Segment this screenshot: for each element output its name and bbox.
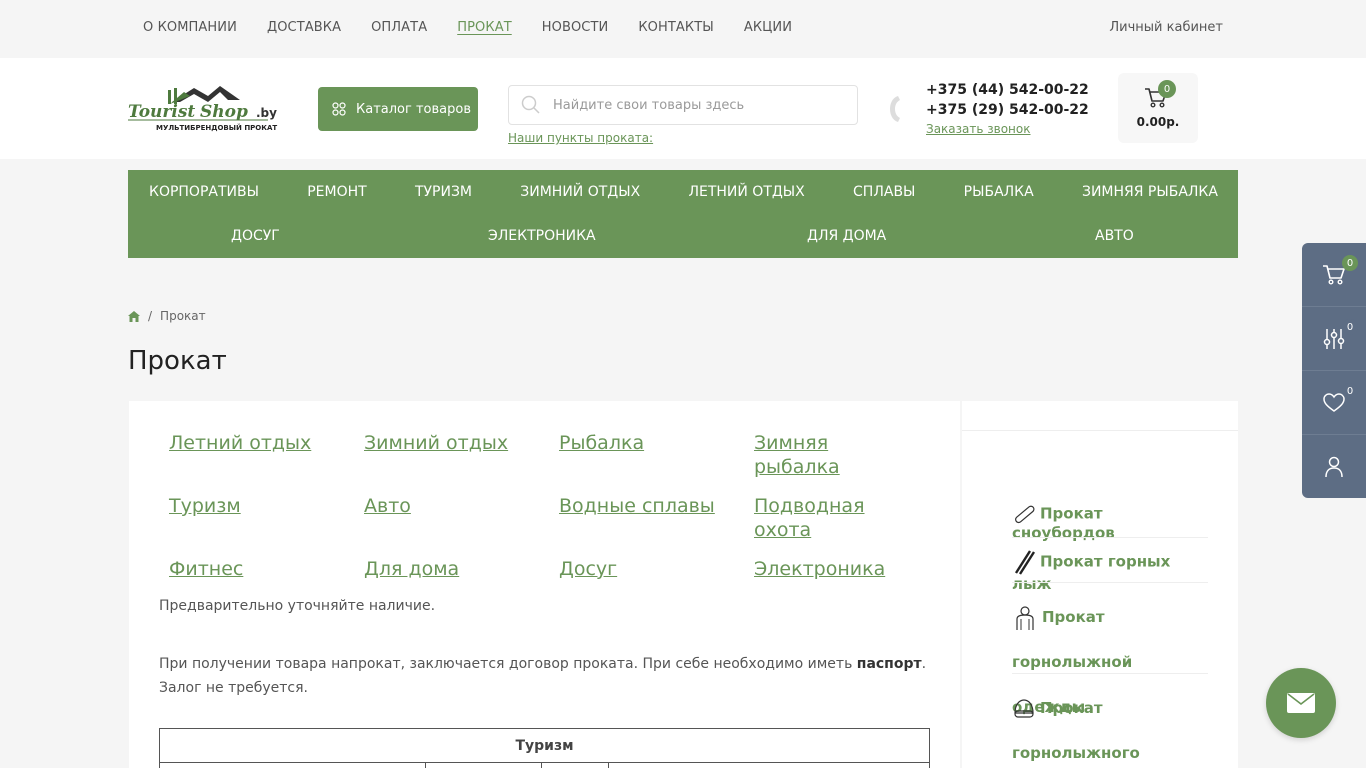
category-link-tourism[interactable]: Туризм xyxy=(169,494,339,518)
grid-icon xyxy=(332,102,346,116)
phone-2[interactable]: +375 (29) 542-00-22 xyxy=(926,100,1089,120)
ski-icon xyxy=(1014,550,1036,575)
float-compare-button[interactable]: 0 xyxy=(1302,307,1366,371)
topnav-contacts[interactable]: КОНТАКТЫ xyxy=(638,20,714,35)
category-link-spearfishing[interactable]: Подводная охота xyxy=(754,494,894,542)
search-input[interactable] xyxy=(553,97,843,113)
sidebar-separator xyxy=(1012,537,1208,538)
contract-text: При получении товара напрокат, заключает… xyxy=(159,656,857,672)
catalog-button[interactable]: Каталог товаров xyxy=(318,87,478,131)
menu-repair[interactable]: РЕМОНТ xyxy=(307,182,366,202)
page-title: Прокат xyxy=(128,346,227,376)
rental-table: Туризм xyxy=(159,728,930,768)
category-link-home[interactable]: Для дома xyxy=(364,557,534,581)
topnav-promos[interactable]: АКЦИИ xyxy=(744,20,792,35)
sidebar-item-skis[interactable]: Прокат горных лыж xyxy=(1012,549,1208,593)
category-menu-row-1: КОРПОРАТИВЫ РЕМОНТ ТУРИЗМ ЗИМНИЙ ОТДЫХ Л… xyxy=(128,182,1238,202)
feedback-mail-button[interactable] xyxy=(1266,668,1336,738)
category-link-winter[interactable]: Зимний отдых xyxy=(364,431,534,455)
category-link-fitness[interactable]: Фитнес xyxy=(169,557,339,581)
ski-clothing-icon xyxy=(1016,605,1034,630)
svg-text:Shop: Shop xyxy=(200,102,248,122)
category-menu: КОРПОРАТИВЫ РЕМОНТ ТУРИЗМ ЗИМНИЙ ОТДЫХ Л… xyxy=(128,170,1238,258)
table-divider xyxy=(608,763,609,768)
float-account-button[interactable] xyxy=(1302,435,1366,499)
sidebar-item-ski-gear[interactable]: Прокат горнолыжного xyxy=(1012,686,1208,768)
rental-points-link[interactable]: Наши пункты проката: xyxy=(508,131,653,145)
category-link-summer[interactable]: Летний отдых xyxy=(169,431,339,455)
menu-auto[interactable]: АВТО xyxy=(1095,226,1134,246)
breadcrumb-current: Прокат xyxy=(160,309,206,323)
cart-count-badge: 0 xyxy=(1158,80,1176,98)
topnav-delivery[interactable]: ДОСТАВКА xyxy=(267,20,341,35)
header-cart[interactable]: 0 0.00р. xyxy=(1118,73,1198,143)
snowboard-icon xyxy=(1015,505,1035,524)
menu-winter-fishing[interactable]: ЗИМНЯЯ РЫБАЛКА xyxy=(1082,182,1218,202)
svg-text:МУЛЬТИБРЕНДОВЫЙ ПРОКАТ: МУЛЬТИБРЕНДОВЫЙ ПРОКАТ xyxy=(156,123,277,132)
main-content: Летний отдых Зимний отдых Рыбалка Зимняя… xyxy=(129,401,960,768)
search-icon[interactable] xyxy=(521,95,541,115)
menu-leisure[interactable]: ДОСУГ xyxy=(231,226,280,246)
menu-home[interactable]: ДЛЯ ДОМА xyxy=(807,226,886,246)
phone-1[interactable]: +375 (44) 542-00-22 xyxy=(926,80,1089,100)
envelope-icon xyxy=(1287,693,1315,713)
contract-passport: паспорт xyxy=(856,656,922,672)
ski-helmet-icon xyxy=(1014,698,1034,718)
callback-link[interactable]: Заказать звонок xyxy=(926,122,1089,136)
menu-winter-rest[interactable]: ЗИМНИЙ ОТДЫХ xyxy=(520,182,640,202)
table-divider xyxy=(425,763,426,768)
topnav-news[interactable]: НОВОСТИ xyxy=(542,20,609,35)
float-cart-badge: 0 xyxy=(1342,255,1358,271)
svg-text:Tourist: Tourist xyxy=(128,102,195,122)
sidebar-separator xyxy=(1012,582,1208,583)
menu-summer-rest[interactable]: ЛЕТНИЙ ОТДЫХ xyxy=(688,182,804,202)
contract-note: При получении товара напрокат, заключает… xyxy=(159,652,929,700)
category-link-electronics[interactable]: Электроника xyxy=(754,557,924,581)
svg-text:.by: .by xyxy=(256,106,277,120)
menu-fishing[interactable]: РЫБАЛКА xyxy=(964,182,1034,202)
availability-note: Предварительно уточняйте наличие. xyxy=(159,598,436,614)
topnav-rental[interactable]: ПРОКАТ xyxy=(457,20,512,35)
phone-icon xyxy=(890,96,900,122)
rental-sidebar: Прокат сноубордов Прокат горных лыж Прок… xyxy=(962,401,1238,768)
cart-total: 0.00р. xyxy=(1136,115,1180,129)
heart-icon xyxy=(1323,393,1345,412)
search-box xyxy=(508,85,858,125)
category-link-winter-fishing[interactable]: Зимняя рыбалка xyxy=(754,431,864,479)
float-compare-badge: 0 xyxy=(1342,319,1358,335)
float-favorites-button[interactable]: 0 xyxy=(1302,371,1366,435)
category-link-auto[interactable]: Авто xyxy=(364,494,534,518)
sidebar-item-snowboards[interactable]: Прокат сноубордов xyxy=(1012,504,1208,542)
floating-panel: 0 0 0 xyxy=(1302,243,1366,498)
sidebar-divider xyxy=(962,430,1238,431)
menu-tourism[interactable]: ТУРИЗМ xyxy=(415,182,472,202)
site-logo[interactable]: Tourist Shop .by МУЛЬТИБРЕНДОВЫЙ ПРОКАТ xyxy=(128,82,290,134)
category-link-leisure[interactable]: Досуг xyxy=(559,557,729,581)
menu-rafting[interactable]: СПЛАВЫ xyxy=(853,182,915,202)
menu-corporate[interactable]: КОРПОРАТИВЫ xyxy=(149,182,259,202)
table-header: Туризм xyxy=(160,729,929,763)
topnav-about[interactable]: О КОМПАНИИ xyxy=(143,20,237,35)
home-icon[interactable] xyxy=(128,310,140,322)
sidebar-separator xyxy=(1012,673,1208,674)
top-bar: О КОМПАНИИ ДОСТАВКА ОПЛАТА ПРОКАТ НОВОСТ… xyxy=(0,0,1366,58)
category-link-rafting[interactable]: Водные сплавы xyxy=(559,494,739,518)
topnav-payment[interactable]: ОПЛАТА xyxy=(371,20,427,35)
top-nav: О КОМПАНИИ ДОСТАВКА ОПЛАТА ПРОКАТ НОВОСТ… xyxy=(143,20,792,35)
breadcrumb-separator: / xyxy=(148,309,153,323)
breadcrumb: / Прокат xyxy=(128,309,206,323)
float-cart-button[interactable]: 0 xyxy=(1302,243,1366,307)
header: Tourist Shop .by МУЛЬТИБРЕНДОВЫЙ ПРОКАТ … xyxy=(0,58,1366,159)
catalog-button-label: Каталог товаров xyxy=(356,101,471,117)
phones: +375 (44) 542-00-22 +375 (29) 542-00-22 … xyxy=(926,80,1089,136)
category-link-fishing[interactable]: Рыбалка xyxy=(559,431,729,455)
account-link[interactable]: Личный кабинет xyxy=(1109,20,1223,35)
user-icon xyxy=(1325,456,1343,478)
menu-electronics[interactable]: ЭЛЕКТРОНИКА xyxy=(488,226,596,246)
float-favorites-badge: 0 xyxy=(1342,383,1358,399)
table-divider xyxy=(541,763,542,768)
